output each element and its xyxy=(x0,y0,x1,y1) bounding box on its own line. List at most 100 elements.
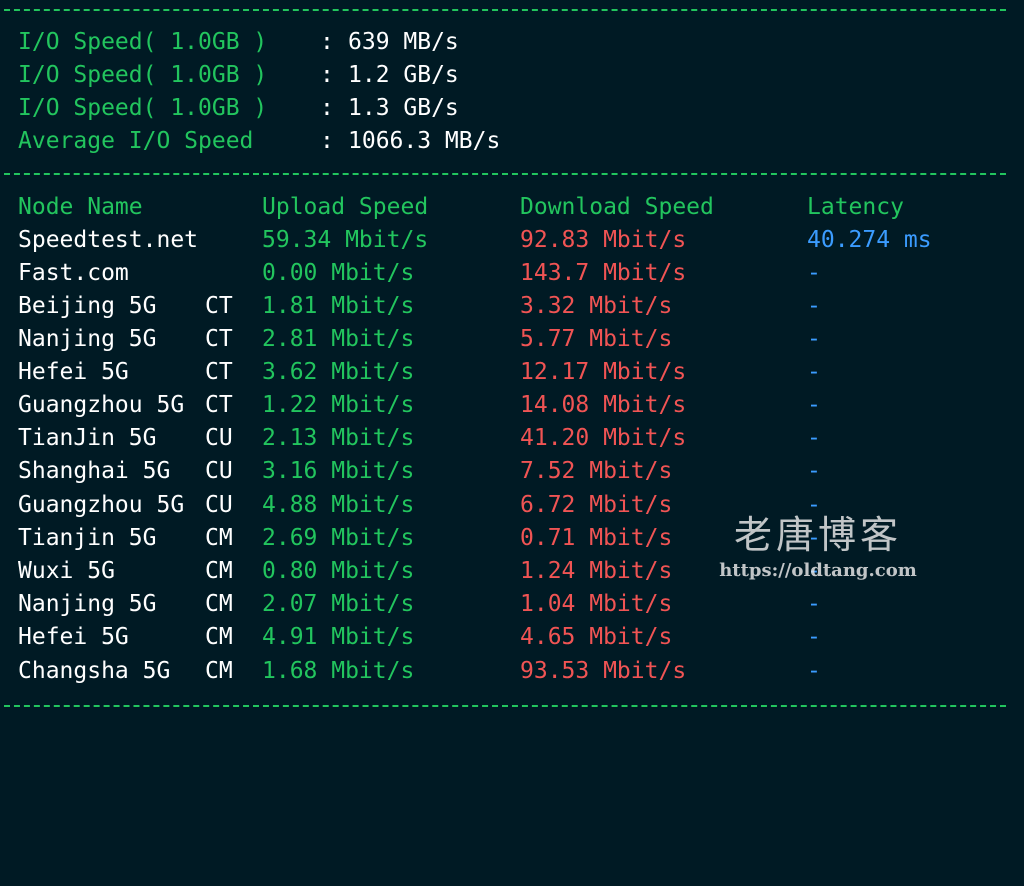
io-row: I/O Speed( 1.0GB ) : 1.3 GB/s xyxy=(18,92,1018,125)
download-speed: 7.52 Mbit/s xyxy=(520,458,673,484)
io-row: I/O Speed( 1.0GB ) : 639 MB/s xyxy=(18,26,1018,59)
latency: - xyxy=(807,591,821,617)
table-row: Fast.com 0.00 Mbit/s 143.7 Mbit/s - xyxy=(18,257,1018,290)
download-speed: 3.32 Mbit/s xyxy=(520,293,673,319)
io-colon: : xyxy=(320,62,334,88)
latency: - xyxy=(807,326,821,352)
io-label: I/O Speed( 1.0GB ) xyxy=(18,29,268,55)
io-average-row: Average I/O Speed : 1066.3 MB/s xyxy=(18,125,1018,158)
upload-speed: 4.91 Mbit/s xyxy=(262,624,415,650)
node-name: Fast.com xyxy=(18,260,129,286)
download-speed: 5.77 Mbit/s xyxy=(520,326,673,352)
table-row: Shanghai 5G CU 3.16 Mbit/s 7.52 Mbit/s - xyxy=(18,455,1018,488)
latency: 40.274 ms xyxy=(807,227,932,253)
node-name: Changsha 5G xyxy=(18,658,171,684)
terminal-output: I/O Speed( 1.0GB ) : 639 MB/s I/O Speed(… xyxy=(0,0,1024,713)
node-name: Wuxi 5G xyxy=(18,558,115,584)
download-speed: 14.08 Mbit/s xyxy=(520,392,687,418)
node-isp: CT xyxy=(205,326,233,352)
header-latency: Latency xyxy=(807,194,904,220)
upload-speed: 0.00 Mbit/s xyxy=(262,260,415,286)
watermark-url: https://oldtang.com xyxy=(719,560,917,581)
table-row: Guangzhou 5G CT 1.22 Mbit/s 14.08 Mbit/s… xyxy=(18,389,1018,422)
table-row: Speedtest.net 59.34 Mbit/s 92.83 Mbit/s … xyxy=(18,224,1018,257)
node-isp: CM xyxy=(205,558,233,584)
download-speed: 4.65 Mbit/s xyxy=(520,624,673,650)
node-name: Nanjing 5G xyxy=(18,326,157,352)
latency: - xyxy=(807,624,821,650)
separator-line xyxy=(4,705,1006,707)
header-download-speed: Download Speed xyxy=(520,194,714,220)
node-isp: CU xyxy=(205,425,233,451)
node-isp: CM xyxy=(205,525,233,551)
io-label: Average I/O Speed xyxy=(18,128,254,154)
download-speed: 0.71 Mbit/s xyxy=(520,525,673,551)
download-speed: 93.53 Mbit/s xyxy=(520,658,687,684)
io-label: I/O Speed( 1.0GB ) xyxy=(18,62,268,88)
latency: - xyxy=(807,392,821,418)
node-isp: CT xyxy=(205,293,233,319)
table-row: Hefei 5G CM 4.91 Mbit/s 4.65 Mbit/s - xyxy=(18,621,1018,654)
node-name: Shanghai 5G xyxy=(18,458,171,484)
upload-speed: 3.62 Mbit/s xyxy=(262,359,415,385)
node-name: TianJin 5G xyxy=(18,425,157,451)
node-isp: CT xyxy=(205,359,233,385)
upload-speed: 2.07 Mbit/s xyxy=(262,591,415,617)
latency: - xyxy=(807,359,821,385)
download-speed: 1.04 Mbit/s xyxy=(520,591,673,617)
io-value: 639 MB/s xyxy=(348,29,459,55)
node-isp: CT xyxy=(205,392,233,418)
upload-speed: 1.22 Mbit/s xyxy=(262,392,415,418)
node-isp: CU xyxy=(205,492,233,518)
io-value: 1.2 GB/s xyxy=(348,62,459,88)
download-speed: 143.7 Mbit/s xyxy=(520,260,687,286)
table-row: Nanjing 5G CM 2.07 Mbit/s 1.04 Mbit/s - xyxy=(18,588,1018,621)
header-upload-speed: Upload Speed xyxy=(262,194,429,220)
upload-speed: 4.88 Mbit/s xyxy=(262,492,415,518)
download-speed: 92.83 Mbit/s xyxy=(520,227,687,253)
table-row: Nanjing 5G CT 2.81 Mbit/s 5.77 Mbit/s - xyxy=(18,323,1018,356)
separator-line xyxy=(4,9,1006,11)
node-name: Speedtest.net xyxy=(18,227,199,253)
header-node-name: Node Name xyxy=(18,194,143,220)
node-name: Guangzhou 5G xyxy=(18,492,185,518)
io-colon: : xyxy=(320,29,334,55)
node-name: Nanjing 5G xyxy=(18,591,157,617)
download-speed: 41.20 Mbit/s xyxy=(520,425,687,451)
upload-speed: 2.69 Mbit/s xyxy=(262,525,415,551)
table-row: Changsha 5G CM 1.68 Mbit/s 93.53 Mbit/s … xyxy=(18,655,1018,688)
latency: - xyxy=(807,658,821,684)
watermark-title: 老唐博客 xyxy=(733,513,902,557)
latency: - xyxy=(807,425,821,451)
node-isp: CM xyxy=(205,658,233,684)
upload-speed: 2.13 Mbit/s xyxy=(262,425,415,451)
io-value: 1066.3 MB/s xyxy=(348,128,501,154)
table-row: Beijing 5G CT 1.81 Mbit/s 3.32 Mbit/s - xyxy=(18,290,1018,323)
separator-line xyxy=(4,173,1006,175)
node-isp: CM xyxy=(205,591,233,617)
download-speed: 1.24 Mbit/s xyxy=(520,558,673,584)
node-name: Beijing 5G xyxy=(18,293,157,319)
node-name: Guangzhou 5G xyxy=(18,392,185,418)
upload-speed: 2.81 Mbit/s xyxy=(262,326,415,352)
node-isp: CM xyxy=(205,624,233,650)
latency: - xyxy=(807,458,821,484)
upload-speed: 1.81 Mbit/s xyxy=(262,293,415,319)
node-name: Hefei 5G xyxy=(18,359,129,385)
node-name: Hefei 5G xyxy=(18,624,129,650)
latency: - xyxy=(807,260,821,286)
io-colon: : xyxy=(320,128,334,154)
io-row: I/O Speed( 1.0GB ) : 1.2 GB/s xyxy=(18,59,1018,92)
download-speed: 6.72 Mbit/s xyxy=(520,492,673,518)
node-isp: CU xyxy=(205,458,233,484)
table-header: Node Name Upload Speed Download Speed La… xyxy=(18,191,1018,224)
download-speed: 12.17 Mbit/s xyxy=(520,359,687,385)
io-colon: : xyxy=(320,95,334,121)
table-row: TianJin 5G CU 2.13 Mbit/s 41.20 Mbit/s - xyxy=(18,422,1018,455)
io-label: I/O Speed( 1.0GB ) xyxy=(18,95,268,121)
latency: - xyxy=(807,293,821,319)
watermark: 老唐博客 https://oldtang.com xyxy=(708,510,928,582)
io-value: 1.3 GB/s xyxy=(348,95,459,121)
table-row: Hefei 5G CT 3.62 Mbit/s 12.17 Mbit/s - xyxy=(18,356,1018,389)
upload-speed: 1.68 Mbit/s xyxy=(262,658,415,684)
